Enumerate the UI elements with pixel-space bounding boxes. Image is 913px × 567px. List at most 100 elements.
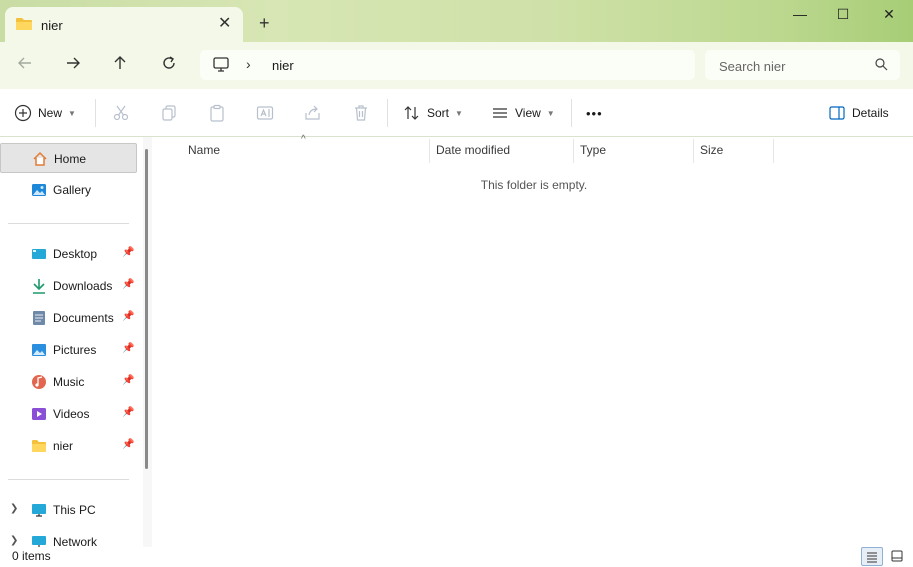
copy-icon bbox=[162, 105, 176, 121]
pin-icon[interactable]: 📌 bbox=[122, 439, 134, 450]
tab-title: nier bbox=[41, 18, 63, 33]
sidebar-item-music[interactable]: Music 📌 bbox=[0, 367, 137, 397]
details-pane-icon bbox=[829, 106, 845, 120]
sidebar-item-this-pc[interactable]: ❯ This PC bbox=[0, 495, 137, 525]
chevron-down-icon: ▼ bbox=[546, 108, 555, 118]
more-options-button[interactable]: ••• bbox=[586, 102, 603, 124]
address-row: › nier bbox=[0, 42, 913, 89]
pin-icon[interactable]: 📌 bbox=[122, 407, 134, 418]
sidebar-item-network[interactable]: ❯ Network bbox=[0, 527, 137, 547]
details-view-button[interactable] bbox=[861, 547, 883, 566]
forward-button[interactable] bbox=[62, 55, 84, 77]
rename-button[interactable] bbox=[256, 102, 274, 124]
up-button[interactable] bbox=[109, 55, 131, 77]
tiles-view-icon bbox=[891, 550, 903, 562]
arrow-left-icon bbox=[18, 57, 31, 69]
pictures-icon bbox=[31, 342, 47, 358]
sidebar-item-label: Music bbox=[53, 375, 85, 389]
sidebar-item-desktop[interactable]: Desktop 📌 bbox=[0, 239, 137, 269]
item-count: 0 items bbox=[12, 549, 51, 563]
sort-button[interactable]: Sort ▼ bbox=[403, 102, 463, 124]
search-input[interactable] bbox=[717, 56, 871, 76]
breadcrumb-nier[interactable]: nier bbox=[272, 58, 294, 73]
new-label: New bbox=[38, 106, 63, 120]
column-divider[interactable] bbox=[429, 139, 430, 163]
new-tab-button[interactable]: + bbox=[259, 14, 270, 32]
copy-button[interactable] bbox=[160, 102, 178, 124]
pin-icon[interactable]: 📌 bbox=[122, 311, 134, 322]
details-button[interactable]: Details bbox=[828, 102, 889, 124]
divider bbox=[387, 99, 388, 127]
sidebar-item-gallery[interactable]: Gallery bbox=[0, 175, 137, 205]
paste-button[interactable] bbox=[208, 102, 226, 124]
chevron-right-icon[interactable]: ❯ bbox=[10, 503, 18, 514]
details-view-icon bbox=[867, 552, 877, 563]
tiles-view-button[interactable] bbox=[886, 547, 908, 566]
divider bbox=[571, 99, 572, 127]
scissors-icon bbox=[113, 105, 129, 121]
share-icon bbox=[305, 105, 320, 120]
empty-folder-message: This folder is empty. bbox=[480, 178, 588, 192]
rename-icon bbox=[256, 106, 274, 120]
sidebar-item-downloads[interactable]: Downloads 📌 bbox=[0, 271, 137, 301]
sidebar-item-nier[interactable]: nier 📌 bbox=[0, 431, 137, 461]
sidebar-item-pictures[interactable]: Pictures 📌 bbox=[0, 335, 137, 365]
column-header-size[interactable]: Size bbox=[700, 143, 723, 163]
tab-nier[interactable]: nier ✕ bbox=[5, 7, 243, 42]
computer-icon bbox=[212, 57, 230, 76]
sidebar-item-documents[interactable]: Documents 📌 bbox=[0, 303, 137, 333]
address-bar[interactable]: › nier bbox=[200, 50, 695, 80]
trash-icon bbox=[355, 105, 367, 121]
file-list[interactable]: ^ Name Date modified Type Size This fold… bbox=[155, 134, 913, 547]
pin-icon[interactable]: 📌 bbox=[122, 375, 134, 386]
tab-close-icon[interactable]: ✕ bbox=[218, 16, 231, 32]
sidebar-divider bbox=[8, 479, 129, 480]
refresh-icon bbox=[163, 56, 175, 69]
cut-button[interactable] bbox=[112, 102, 130, 124]
chevron-right-icon[interactable]: ❯ bbox=[10, 535, 18, 546]
new-button[interactable]: New ▼ bbox=[14, 102, 76, 124]
desktop-icon bbox=[31, 246, 47, 262]
details-label: Details bbox=[852, 106, 889, 120]
arrow-up-icon bbox=[114, 56, 126, 69]
close-window-button[interactable]: ✕ bbox=[866, 6, 912, 26]
sidebar-item-label: Home bbox=[54, 152, 87, 166]
command-bar: New ▼ Sort ▼ View ▼ ••• Details bbox=[0, 89, 913, 137]
videos-icon bbox=[31, 406, 47, 422]
documents-icon bbox=[31, 310, 47, 326]
column-divider[interactable] bbox=[693, 139, 694, 163]
back-button[interactable] bbox=[14, 55, 36, 77]
chevron-down-icon: ▼ bbox=[68, 108, 76, 118]
sidebar-item-home[interactable]: Home bbox=[0, 143, 137, 173]
sort-icon bbox=[404, 106, 419, 120]
column-header-name[interactable]: Name bbox=[188, 143, 220, 163]
pin-icon[interactable]: 📌 bbox=[122, 247, 134, 258]
sidebar-item-videos[interactable]: Videos 📌 bbox=[0, 399, 137, 429]
view-label: View bbox=[515, 106, 541, 120]
sort-label: Sort bbox=[427, 106, 450, 120]
chevron-down-icon: ▼ bbox=[455, 108, 463, 118]
pin-icon[interactable]: 📌 bbox=[122, 343, 134, 354]
sidebar-item-label: Downloads bbox=[53, 279, 113, 293]
music-icon bbox=[31, 374, 47, 390]
column-divider[interactable] bbox=[773, 139, 774, 163]
minimize-button[interactable]: — bbox=[777, 6, 823, 26]
search-box[interactable] bbox=[705, 50, 900, 80]
gallery-icon bbox=[31, 182, 47, 198]
refresh-button[interactable] bbox=[158, 55, 180, 77]
pin-icon[interactable]: 📌 bbox=[122, 279, 134, 290]
column-divider[interactable] bbox=[573, 139, 574, 163]
sidebar-item-label: Pictures bbox=[53, 343, 97, 357]
downloads-icon bbox=[31, 278, 47, 294]
folder-icon bbox=[15, 17, 33, 34]
scrollbar-thumb[interactable] bbox=[145, 149, 148, 469]
sidebar-divider bbox=[8, 223, 129, 224]
delete-button[interactable] bbox=[352, 102, 370, 124]
title-bar: nier ✕ + — ☐ ✕ bbox=[0, 0, 913, 42]
breadcrumb-separator: › bbox=[246, 56, 251, 72]
view-button[interactable]: View ▼ bbox=[491, 102, 555, 124]
share-button[interactable] bbox=[304, 102, 322, 124]
maximize-button[interactable]: ☐ bbox=[820, 6, 866, 26]
column-header-type[interactable]: Type bbox=[580, 143, 606, 163]
column-header-date-modified[interactable]: Date modified bbox=[436, 143, 510, 163]
